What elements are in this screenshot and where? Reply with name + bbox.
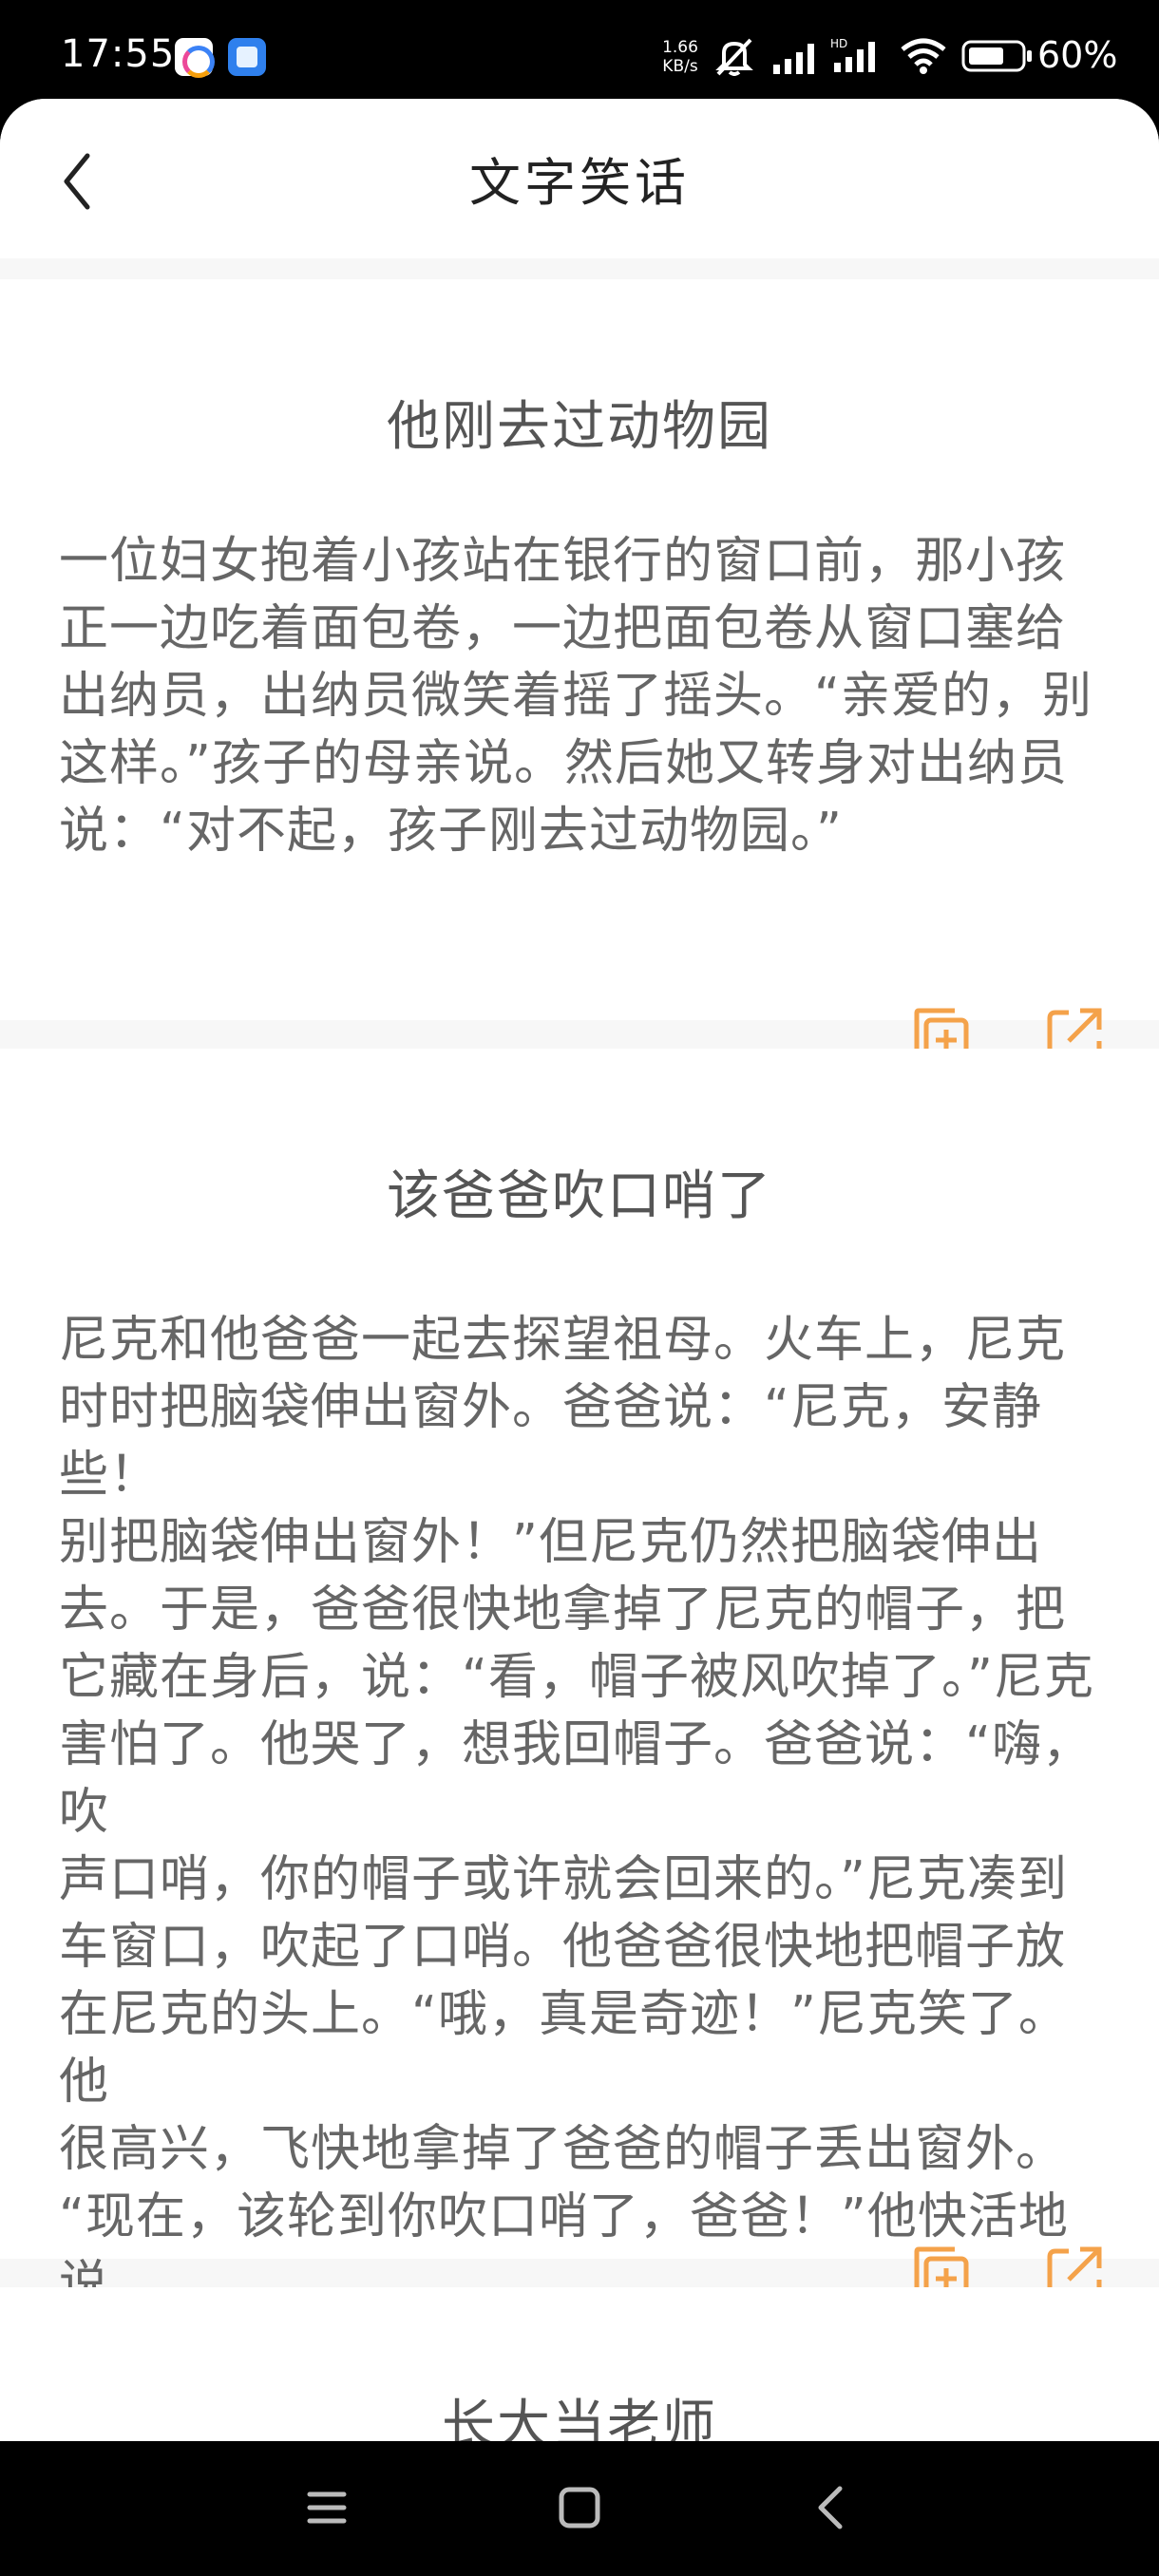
signal-icon [773,44,814,74]
app-screen: 文字笑话 他刚去过动物园 一位妇女抱着小孩站在银行的窗口前，那小孩 正一边吃着面… [0,99,1159,2441]
battery-icon [961,40,1032,72]
joke-title: 长大当老师 [442,2395,717,2441]
back-icon[interactable] [804,2479,861,2536]
menu-icon[interactable] [298,2479,355,2536]
home-icon[interactable] [551,2479,608,2536]
page-title: 文字笑话 [469,153,690,213]
battery-percent: 60% [1037,34,1118,76]
joke-title: 他刚去过动物园 [387,396,772,458]
wifi-icon [901,38,946,74]
joke-body: 尼克和他爸爸一起去探望祖母。火车上，尼克 时时把脑袋伸出窗外。爸爸说：“尼克，安… [59,1312,1094,2313]
system-navigation-bar [0,2441,1159,2576]
network-speed-unit: KB/s [662,57,698,76]
network-speed: 1.66 KB/s [656,38,705,76]
joke-card: 长大当老师 [0,2287,1159,2441]
joke-card: 该爸爸吹口哨了 尼克和他爸爸一起去探望祖母。火车上，尼克 时时把脑袋伸出窗外。爸… [0,1049,1159,2313]
mute-icon [715,38,753,76]
joke-body: 一位妇女抱着小孩站在银行的窗口前，那小孩 正一边吃着面包卷，一边把面包卷从窗口塞… [59,533,1092,860]
app-icon-2 [228,38,266,76]
header: 文字笑话 [0,99,1159,258]
svg-text:HD: HD [830,37,847,50]
app-icon-1 [175,38,215,78]
hd-signal-icon: HD [830,37,875,72]
status-time: 17:55 [61,32,176,76]
joke-card: 他刚去过动物园 一位妇女抱着小孩站在银行的窗口前，那小孩 正一边吃着面包卷，一边… [0,279,1159,1063]
joke-title: 该爸爸吹口哨了 [387,1165,772,1227]
status-bar: 17:55 1.66 KB/s HD 60% [0,0,1159,114]
network-speed-value: 1.66 [662,38,698,57]
